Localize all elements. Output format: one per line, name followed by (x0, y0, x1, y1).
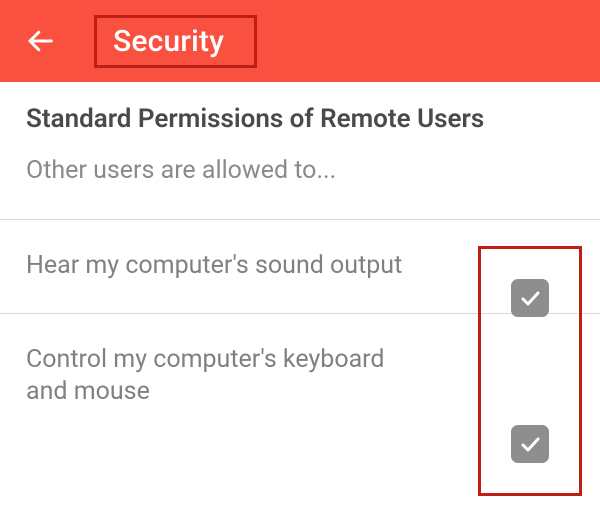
page-title-highlight: Security (94, 15, 257, 68)
checkmark-icon (518, 432, 542, 456)
security-settings-screen: Security Standard Permissions of Remote … (0, 0, 600, 512)
section-subtitle: Other users are allowed to... (26, 156, 574, 185)
checkmark-icon (518, 286, 542, 310)
section-header: Standard Permissions of Remote Users Oth… (0, 82, 600, 191)
permission-label: Control my computer's keyboard and mouse (26, 344, 426, 409)
app-header: Security (0, 0, 600, 82)
permission-checkbox-keyboard-mouse[interactable] (511, 425, 549, 463)
page-title: Security (113, 24, 224, 59)
checkbox-column-highlight (478, 246, 582, 496)
section-title: Standard Permissions of Remote Users (26, 104, 574, 134)
permission-checkbox-sound-output[interactable] (511, 279, 549, 317)
arrow-left-icon (25, 26, 55, 56)
back-button[interactable] (20, 21, 60, 61)
permission-label: Hear my computer's sound output (26, 250, 402, 283)
